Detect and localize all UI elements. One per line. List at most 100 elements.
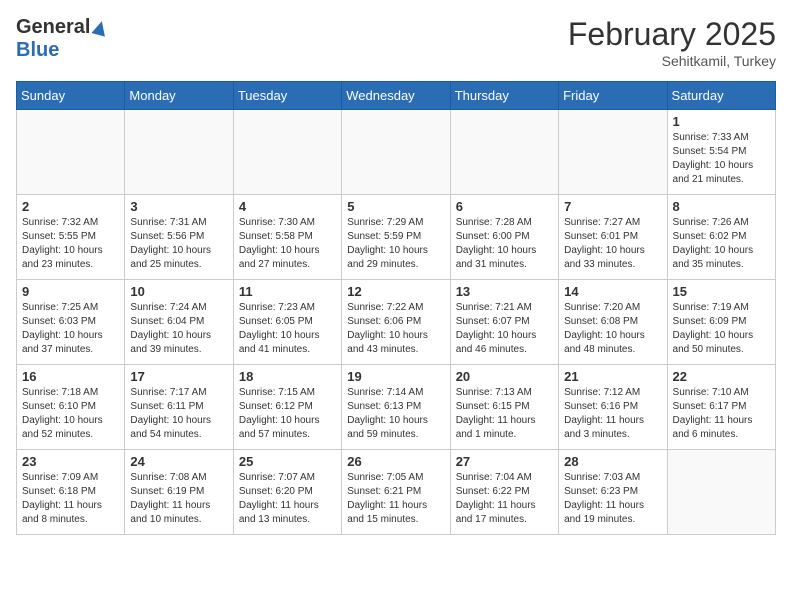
- day-info: Sunrise: 7:17 AM Sunset: 6:11 PM Dayligh…: [130, 386, 227, 442]
- logo: General Blue: [16, 16, 107, 62]
- calendar-cell: 4 Sunrise: 7:30 AM Sunset: 5:58 PM Daylig…: [233, 195, 341, 280]
- calendar-cell: 5 Sunrise: 7:29 AM Sunset: 5:59 PM Daylig…: [342, 195, 450, 280]
- day-number: 12: [347, 284, 444, 299]
- day-number: 8: [673, 199, 770, 214]
- calendar-cell: 13 Sunrise: 7:21 AM Sunset: 6:07 PM Dayli…: [450, 280, 558, 365]
- calendar-cell: [233, 110, 341, 195]
- calendar-cell: 20 Sunrise: 7:13 AM Sunset: 6:15 PM Dayli…: [450, 365, 558, 450]
- calendar-cell: 8Sunrise: 7:26 AM Sunset: 6:02 PM Daylig…: [667, 195, 775, 280]
- day-info: Sunrise: 7:30 AM Sunset: 5:58 PM Dayligh…: [239, 216, 336, 272]
- month-year: February 2025: [568, 16, 776, 53]
- day-info: Sunrise: 7:07 AM Sunset: 6:20 PM Dayligh…: [239, 471, 336, 527]
- calendar-cell: 23 Sunrise: 7:09 AM Sunset: 6:18 PM Dayli…: [17, 450, 125, 535]
- calendar-cell: 2 Sunrise: 7:32 AM Sunset: 5:55 PM Daylig…: [17, 195, 125, 280]
- day-info: Sunrise: 7:12 AM Sunset: 6:16 PM Dayligh…: [564, 386, 661, 442]
- calendar-cell: 15 Sunrise: 7:19 AM Sunset: 6:09 PM Dayli…: [667, 280, 775, 365]
- day-number: 5: [347, 199, 444, 214]
- day-info: Sunrise: 7:25 AM Sunset: 6:03 PM Dayligh…: [22, 301, 119, 357]
- day-info: Sunrise: 7:18 AM Sunset: 6:10 PM Dayligh…: [22, 386, 119, 442]
- day-info: Sunrise: 7:10 AM Sunset: 6:17 PM Dayligh…: [673, 386, 770, 442]
- weekday-header-friday: Friday: [559, 82, 667, 110]
- calendar-cell: 27 Sunrise: 7:04 AM Sunset: 6:22 PM Dayli…: [450, 450, 558, 535]
- day-number: 2: [22, 199, 119, 214]
- calendar-cell: 28 Sunrise: 7:03 AM Sunset: 6:23 PM Dayli…: [559, 450, 667, 535]
- day-number: 25: [239, 454, 336, 469]
- calendar-cell: 26Sunrise: 7:05 AM Sunset: 6:21 PM Dayli…: [342, 450, 450, 535]
- calendar-cell: [450, 110, 558, 195]
- day-info: Sunrise: 7:19 AM Sunset: 6:09 PM Dayligh…: [673, 301, 770, 357]
- day-number: 1: [673, 114, 770, 129]
- weekday-header-wednesday: Wednesday: [342, 82, 450, 110]
- day-number: 28: [564, 454, 661, 469]
- calendar-cell: [17, 110, 125, 195]
- week-row-3: 9 Sunrise: 7:25 AM Sunset: 6:03 PM Daylig…: [17, 280, 776, 365]
- day-number: 15: [673, 284, 770, 299]
- logo-general: General: [16, 16, 90, 39]
- week-row-5: 23 Sunrise: 7:09 AM Sunset: 6:18 PM Dayli…: [17, 450, 776, 535]
- day-info: Sunrise: 7:29 AM Sunset: 5:59 PM Dayligh…: [347, 216, 444, 272]
- weekday-header-sunday: Sunday: [17, 82, 125, 110]
- weekday-header-row: SundayMondayTuesdayWednesdayThursdayFrid…: [17, 82, 776, 110]
- calendar-cell: 10Sunrise: 7:24 AM Sunset: 6:04 PM Dayli…: [125, 280, 233, 365]
- day-number: 14: [564, 284, 661, 299]
- day-number: 6: [456, 199, 553, 214]
- day-number: 16: [22, 369, 119, 384]
- day-number: 24: [130, 454, 227, 469]
- day-info: Sunrise: 7:23 AM Sunset: 6:05 PM Dayligh…: [239, 301, 336, 357]
- day-number: 11: [239, 284, 336, 299]
- day-number: 20: [456, 369, 553, 384]
- calendar-cell: 12Sunrise: 7:22 AM Sunset: 6:06 PM Dayli…: [342, 280, 450, 365]
- calendar-cell: 22 Sunrise: 7:10 AM Sunset: 6:17 PM Dayli…: [667, 365, 775, 450]
- calendar-cell: 16 Sunrise: 7:18 AM Sunset: 6:10 PM Dayli…: [17, 365, 125, 450]
- day-number: 4: [239, 199, 336, 214]
- day-number: 7: [564, 199, 661, 214]
- day-number: 9: [22, 284, 119, 299]
- calendar-cell: [667, 450, 775, 535]
- day-info: Sunrise: 7:31 AM Sunset: 5:56 PM Dayligh…: [130, 216, 227, 272]
- day-info: Sunrise: 7:21 AM Sunset: 6:07 PM Dayligh…: [456, 301, 553, 357]
- week-row-1: 1Sunrise: 7:33 AM Sunset: 5:54 PM Daylig…: [17, 110, 776, 195]
- calendar-cell: 1Sunrise: 7:33 AM Sunset: 5:54 PM Daylig…: [667, 110, 775, 195]
- day-number: 21: [564, 369, 661, 384]
- day-number: 22: [673, 369, 770, 384]
- day-info: Sunrise: 7:32 AM Sunset: 5:55 PM Dayligh…: [22, 216, 119, 272]
- day-info: Sunrise: 7:15 AM Sunset: 6:12 PM Dayligh…: [239, 386, 336, 442]
- weekday-header-saturday: Saturday: [667, 82, 775, 110]
- day-info: Sunrise: 7:28 AM Sunset: 6:00 PM Dayligh…: [456, 216, 553, 272]
- day-info: Sunrise: 7:04 AM Sunset: 6:22 PM Dayligh…: [456, 471, 553, 527]
- week-row-4: 16 Sunrise: 7:18 AM Sunset: 6:10 PM Dayli…: [17, 365, 776, 450]
- day-number: 3: [130, 199, 227, 214]
- calendar-cell: [125, 110, 233, 195]
- day-number: 18: [239, 369, 336, 384]
- page-header: General Blue February 2025 Sehitkamil, T…: [16, 16, 776, 69]
- weekday-header-tuesday: Tuesday: [233, 82, 341, 110]
- calendar-table: SundayMondayTuesdayWednesdayThursdayFrid…: [16, 81, 776, 535]
- calendar-cell: 6 Sunrise: 7:28 AM Sunset: 6:00 PM Daylig…: [450, 195, 558, 280]
- week-row-2: 2 Sunrise: 7:32 AM Sunset: 5:55 PM Daylig…: [17, 195, 776, 280]
- day-number: 17: [130, 369, 227, 384]
- calendar-cell: 7 Sunrise: 7:27 AM Sunset: 6:01 PM Daylig…: [559, 195, 667, 280]
- day-number: 19: [347, 369, 444, 384]
- day-info: Sunrise: 7:24 AM Sunset: 6:04 PM Dayligh…: [130, 301, 227, 357]
- day-info: Sunrise: 7:14 AM Sunset: 6:13 PM Dayligh…: [347, 386, 444, 442]
- logo-blue: Blue: [16, 39, 59, 61]
- day-info: Sunrise: 7:09 AM Sunset: 6:18 PM Dayligh…: [22, 471, 119, 527]
- day-number: 27: [456, 454, 553, 469]
- calendar-cell: [342, 110, 450, 195]
- calendar-cell: 11 Sunrise: 7:23 AM Sunset: 6:05 PM Dayli…: [233, 280, 341, 365]
- calendar-cell: 9 Sunrise: 7:25 AM Sunset: 6:03 PM Daylig…: [17, 280, 125, 365]
- day-info: Sunrise: 7:03 AM Sunset: 6:23 PM Dayligh…: [564, 471, 661, 527]
- calendar-cell: 3 Sunrise: 7:31 AM Sunset: 5:56 PM Daylig…: [125, 195, 233, 280]
- day-number: 13: [456, 284, 553, 299]
- day-number: 23: [22, 454, 119, 469]
- calendar-cell: 24Sunrise: 7:08 AM Sunset: 6:19 PM Dayli…: [125, 450, 233, 535]
- day-info: Sunrise: 7:13 AM Sunset: 6:15 PM Dayligh…: [456, 386, 553, 442]
- day-info: Sunrise: 7:20 AM Sunset: 6:08 PM Dayligh…: [564, 301, 661, 357]
- title-block: February 2025 Sehitkamil, Turkey: [568, 16, 776, 69]
- calendar-cell: 21 Sunrise: 7:12 AM Sunset: 6:16 PM Dayli…: [559, 365, 667, 450]
- day-info: Sunrise: 7:27 AM Sunset: 6:01 PM Dayligh…: [564, 216, 661, 272]
- weekday-header-monday: Monday: [125, 82, 233, 110]
- weekday-header-thursday: Thursday: [450, 82, 558, 110]
- day-number: 26: [347, 454, 444, 469]
- calendar-cell: 14 Sunrise: 7:20 AM Sunset: 6:08 PM Dayli…: [559, 280, 667, 365]
